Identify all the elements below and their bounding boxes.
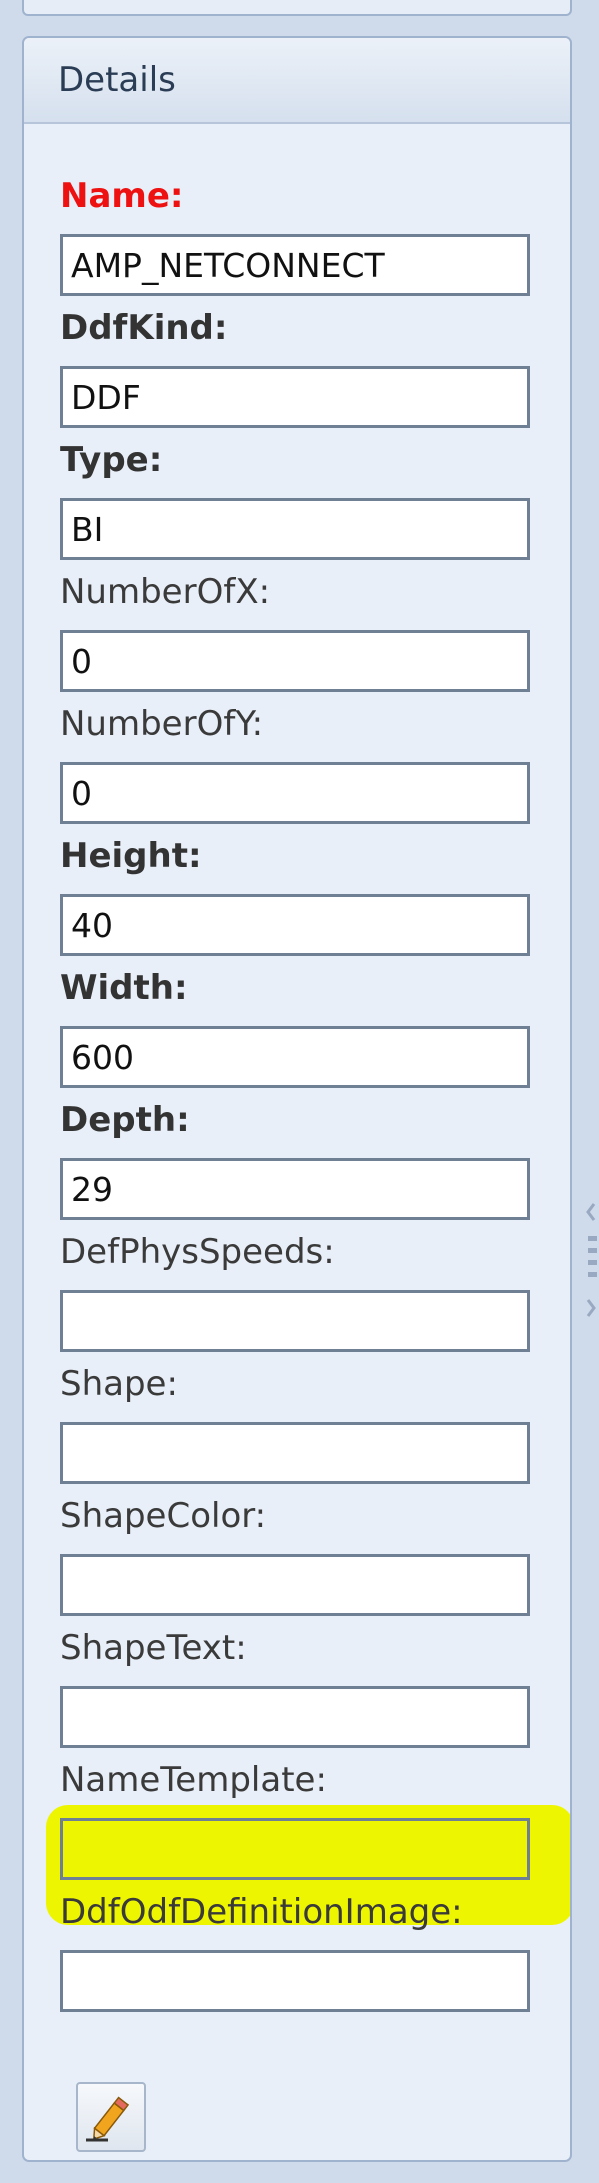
splitter-grip-icon[interactable] (584, 1200, 599, 1340)
depth-label: Depth: (60, 1100, 190, 1140)
width-label: Width: (60, 968, 188, 1008)
name-field[interactable] (60, 234, 530, 296)
shape-label: Shape: (60, 1364, 178, 1404)
ddf-odf-definition-image-label: DdfOdfDefinitionImage: (60, 1892, 463, 1932)
number-of-x-label: NumberOfX: (60, 572, 271, 612)
shape-color-field[interactable] (60, 1554, 530, 1616)
shape-color-label: ShapeColor: (60, 1496, 267, 1536)
height-label: Height: (60, 836, 202, 876)
details-panel: Details Name: DdfKind: Type: NumberOfX: … (22, 36, 572, 2162)
number-of-y-field[interactable] (60, 762, 530, 824)
collapsed-panel (22, 0, 572, 16)
pencil-icon (86, 2096, 130, 2142)
shape-field[interactable] (60, 1422, 530, 1484)
panel-title: Details (58, 60, 176, 100)
type-field[interactable] (60, 498, 530, 560)
ddf-odf-definition-image-field[interactable] (60, 1950, 530, 2012)
details-panel-header[interactable]: Details (24, 38, 570, 124)
name-template-field[interactable] (60, 1818, 530, 1880)
type-label: Type: (60, 440, 163, 480)
height-field[interactable] (60, 894, 530, 956)
width-field[interactable] (60, 1026, 530, 1088)
shape-text-label: ShapeText: (60, 1628, 247, 1668)
shape-text-field[interactable] (60, 1686, 530, 1748)
def-phys-speeds-label: DefPhysSpeeds: (60, 1232, 335, 1272)
edit-image-button[interactable] (76, 2082, 146, 2152)
depth-field[interactable] (60, 1158, 530, 1220)
number-of-y-label: NumberOfY: (60, 704, 264, 744)
ddfkind-label: DdfKind: (60, 308, 228, 348)
ddfkind-field[interactable] (60, 366, 530, 428)
name-template-label: NameTemplate: (60, 1760, 327, 1800)
def-phys-speeds-field[interactable] (60, 1290, 530, 1352)
name-label: Name: (60, 176, 184, 216)
number-of-x-field[interactable] (60, 630, 530, 692)
